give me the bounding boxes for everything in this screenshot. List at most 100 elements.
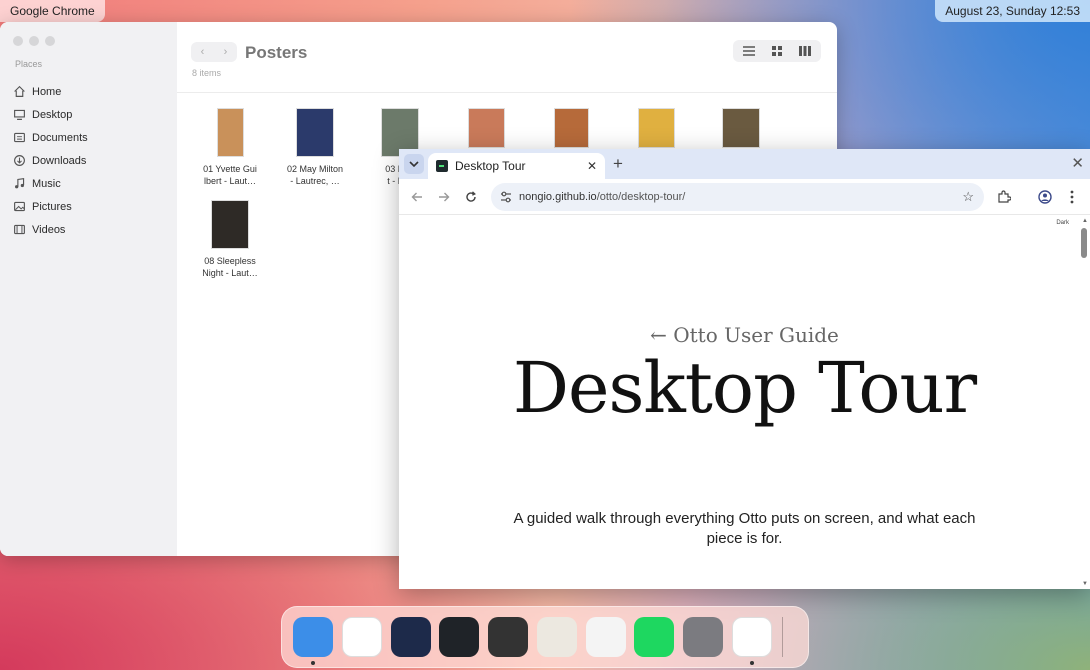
tab-close-icon[interactable]: ✕ [587,159,597,173]
list-view-button[interactable] [735,42,763,60]
dock-finder-icon[interactable] [293,617,333,657]
scrollbar-thumb[interactable] [1081,228,1087,258]
back-button[interactable]: ‹ [191,42,214,62]
dock-spotify-icon[interactable] [634,617,674,657]
file-item[interactable]: 01 Yvette Gui lbert - Laut… [194,108,266,187]
page-lede: A guided walk through everything Otto pu… [513,510,976,547]
sidebar-item-music[interactable]: Music [0,172,177,195]
sidebar-item-pictures[interactable]: Pictures [0,195,177,218]
tab-strip: Desktop Tour ✕ + ✕ [399,149,1090,179]
music-icon [13,177,26,190]
running-indicator [311,661,315,665]
sidebar-item-label: Home [32,85,62,98]
browser-toolbar: nongio.github.io/otto/desktop-tour/ ☆ [399,179,1090,215]
page-title: Desktop Tour [512,347,977,429]
bookmark-star-icon[interactable]: ☆ [962,189,974,205]
terminal-favicon-icon [436,160,448,172]
grid-view-button[interactable] [763,42,791,60]
url-host: nongio.github.io [519,191,597,203]
file-item[interactable] [535,108,607,148]
file-item[interactable]: 02 May Milton - Lautrec, … [279,108,351,187]
forward-button[interactable]: › [214,42,237,62]
dock-inkscape-icon[interactable] [488,617,528,657]
minimize-window-button[interactable] [29,36,39,46]
sidebar-item-label: Videos [32,223,66,236]
page-content: Dark ▲ ▼ ← Otto User Guide Desktop Tour … [399,216,1090,589]
header-divider [177,92,837,93]
file-item[interactable] [705,108,777,148]
puzzle-icon [998,190,1011,203]
scroll-down-arrow[interactable]: ▼ [1082,581,1088,587]
files-sidebar: Places Home Desktop Documents Downloads … [0,22,177,556]
window-controls [13,36,55,46]
forward-button[interactable] [434,187,454,207]
dock [281,606,809,668]
scroll-up-arrow[interactable]: ▲ [1082,218,1088,224]
new-tab-button[interactable]: + [613,155,623,173]
close-window-button[interactable] [13,36,23,46]
arrow-left-icon [411,192,422,202]
sidebar-item-documents[interactable]: Documents [0,126,177,149]
tab-title: Desktop Tour [455,159,526,173]
dock-separator [782,617,783,657]
reload-button[interactable] [461,187,481,207]
dark-mode-toggle[interactable]: Dark [1056,220,1069,226]
sidebar-item-downloads[interactable]: Downloads [0,149,177,172]
places-list: Home Desktop Documents Downloads Music P… [0,80,177,241]
dock-settings-icon[interactable] [683,617,723,657]
clock[interactable]: August 23, Sunday 12:53 [935,0,1090,22]
file-name: 02 May Milton - Lautrec, … [286,164,344,186]
column-view-button[interactable] [791,42,819,60]
sidebar-item-label: Documents [32,131,88,144]
downloads-icon [13,154,26,167]
back-to-guide-link[interactable]: ← Otto User Guide [399,323,1090,347]
profile-button[interactable] [1035,187,1055,207]
home-icon [13,85,26,98]
tab-search-button[interactable] [404,154,424,174]
address-bar[interactable]: nongio.github.io/otto/desktop-tour/ ☆ [491,183,984,211]
places-label: Places [15,59,43,69]
list-icon [743,46,755,56]
back-button[interactable] [407,187,427,207]
active-app-label[interactable]: Google Chrome [0,0,105,22]
url-path: /otto/desktop-tour/ [596,191,686,203]
sidebar-item-label: Desktop [32,108,73,121]
sidebar-item-videos[interactable]: Videos [0,218,177,241]
sidebar-item-label: Downloads [32,154,87,167]
dock-chrome-icon[interactable] [732,617,772,657]
running-indicator [750,661,754,665]
more-vert-icon [1070,190,1074,204]
file-name: 08 Sleepless Night - Laut… [202,256,258,278]
file-item[interactable]: 08 Sleepless Night - Laut… [194,200,266,279]
history-nav: ‹ › [191,42,237,62]
file-thumbnail [211,200,249,249]
menu-button[interactable] [1062,187,1082,207]
item-count: 8 items [192,68,222,78]
file-item[interactable] [450,108,522,148]
browser-window: Desktop Tour ✕ + ✕ nongio.github.io/otto… [399,149,1090,589]
maximize-window-button[interactable] [45,36,55,46]
file-thumbnail [722,108,760,148]
dock-vscode-icon[interactable] [439,617,479,657]
documents-icon [13,131,26,144]
file-thumbnail [467,108,505,148]
tab-desktop-tour[interactable]: Desktop Tour ✕ [428,153,605,179]
file-item[interactable] [620,108,692,148]
arrow-right-icon [439,192,450,202]
folder-title: Posters [245,43,308,62]
site-info-icon[interactable] [499,190,513,204]
file-name: 01 Yvette Gui lbert - Laut… [203,164,257,186]
dock-blender-icon[interactable] [586,617,626,657]
view-switcher [733,40,821,62]
dock-terminal-icon[interactable] [391,617,431,657]
grid-icon [772,46,782,56]
dock-gimp-icon[interactable] [537,617,577,657]
close-window-button[interactable]: ✕ [1071,154,1084,172]
sidebar-item-label: Pictures [32,200,72,213]
extensions-button[interactable] [994,187,1014,207]
sidebar-item-home[interactable]: Home [0,80,177,103]
desktop-icon [13,108,26,121]
sidebar-item-desktop[interactable]: Desktop [0,103,177,126]
sidebar-item-label: Music [32,177,61,190]
dock-chrome-icon[interactable] [342,617,382,657]
